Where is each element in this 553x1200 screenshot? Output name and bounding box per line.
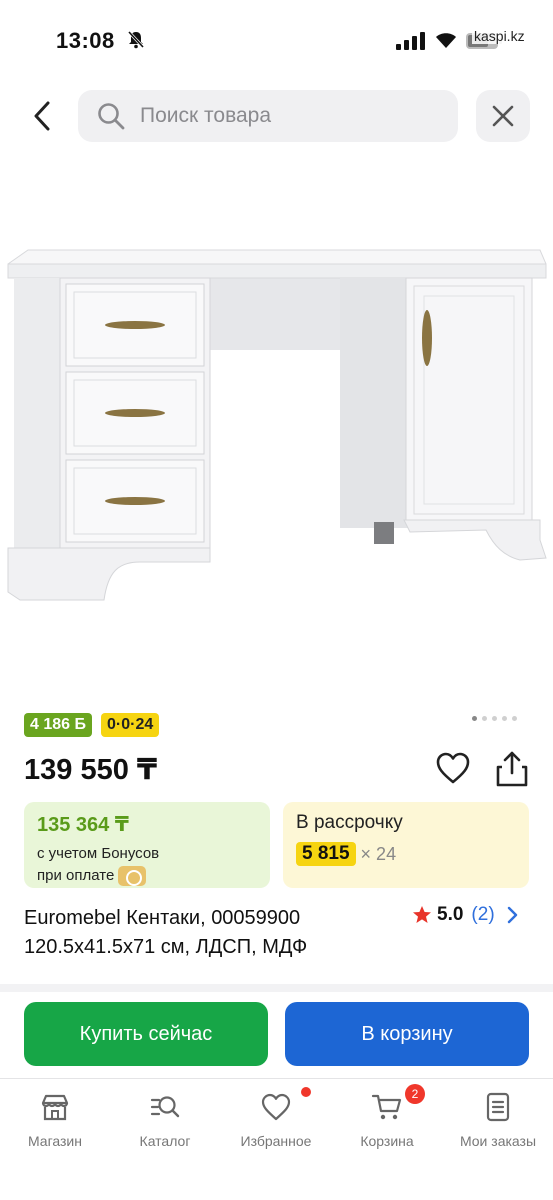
nav-label-orders: Мои заказы (459, 1133, 537, 1149)
buy-now-button[interactable]: Купить сейчас (24, 1002, 268, 1066)
nav-label-store: Магазин (27, 1133, 82, 1149)
divider (0, 984, 553, 992)
installment-months: × 24 (360, 843, 397, 864)
bottom-nav: Магазин Каталог Избранное 2 Корзина Мои … (0, 1078, 553, 1200)
gallery-dot (512, 716, 517, 721)
favorites-notification-dot (301, 1087, 311, 1097)
price: 139 550 ₸ (24, 754, 158, 786)
gallery-dot (502, 716, 507, 721)
bonus-badge: 4 186 Б (24, 713, 92, 737)
product-image[interactable] (0, 160, 553, 690)
close-icon (492, 105, 514, 127)
close-button[interactable] (476, 90, 530, 142)
installment-badge: 0·0·24 (101, 713, 160, 737)
back-button[interactable] (22, 94, 62, 138)
search-icon (98, 103, 125, 130)
gallery-dot (472, 716, 477, 721)
cart-count-badge: 2 (405, 1084, 425, 1104)
store-icon (41, 1094, 69, 1121)
catalog-search-icon (150, 1096, 180, 1118)
installment-row: 5 815 × 24 (296, 842, 516, 866)
star-icon (413, 906, 431, 923)
chevron-left-icon (34, 101, 50, 131)
nav-item-orders[interactable]: Мои заказы (443, 1079, 553, 1159)
search-input[interactable] (140, 104, 440, 128)
gallery-page-dots (472, 716, 517, 721)
installment-title: В рассрочку (296, 812, 403, 833)
product-title-line2: 120.5x41.5x71 см, ЛДСП, МДФ (24, 936, 308, 958)
chevron-right-icon (507, 906, 517, 924)
wifi-icon (436, 33, 456, 48)
cart-icon (371, 1094, 402, 1120)
nav-item-store[interactable]: Магазин (0, 1079, 110, 1159)
nav-label-cart: Корзина (360, 1133, 414, 1149)
gallery-dot (492, 716, 497, 721)
nav-item-cart[interactable]: 2 Корзина (332, 1079, 442, 1159)
product-title: Euromebel Кентаки, 00059900 120.5x41.5x7… (24, 904, 404, 962)
rating-value: 5.0 (437, 904, 464, 925)
nav-label-favorites: Избранное (240, 1133, 312, 1149)
bonus-line2: при оплате (37, 867, 115, 884)
rating[interactable]: 5.0 (2) (412, 904, 519, 926)
review-count[interactable]: (2) (471, 904, 494, 926)
search-box[interactable] (78, 90, 458, 142)
kaspi-coin-icon (118, 866, 147, 887)
domain-label: kaspi.kz (472, 28, 527, 44)
status-time: 13:08 (56, 28, 115, 53)
heart-icon (261, 1093, 291, 1121)
orders-icon (486, 1092, 510, 1122)
installment-card[interactable]: В рассрочку 5 815 × 24 (283, 802, 529, 888)
status-bar: 13:08 kaspi.kz (0, 0, 553, 80)
add-to-cart-button[interactable]: В корзину (285, 1002, 529, 1066)
nav-item-catalog[interactable]: Каталог (110, 1079, 220, 1159)
installment-amount: 5 815 (296, 842, 356, 866)
bonus-line1: с учетом Бонусов (37, 845, 160, 862)
nav-label-catalog: Каталог (139, 1133, 191, 1149)
bonus-line2-row: при оплате (37, 865, 257, 887)
share-icon[interactable] (494, 750, 530, 788)
heart-icon[interactable] (434, 750, 472, 786)
bonus-amount: 135 364 ₸ (37, 814, 129, 836)
signal-icon (396, 32, 425, 50)
bell-off-icon (127, 30, 145, 49)
nav-item-favorites[interactable]: Избранное (221, 1079, 331, 1159)
gallery-dot (482, 716, 487, 721)
product-title-line1: Euromebel Кентаки, 00059900 (24, 907, 301, 929)
bonus-card[interactable]: 135 364 ₸ с учетом Бонусов при оплате (24, 802, 270, 888)
bonus-text: с учетом Бонусов при оплате (37, 843, 257, 887)
